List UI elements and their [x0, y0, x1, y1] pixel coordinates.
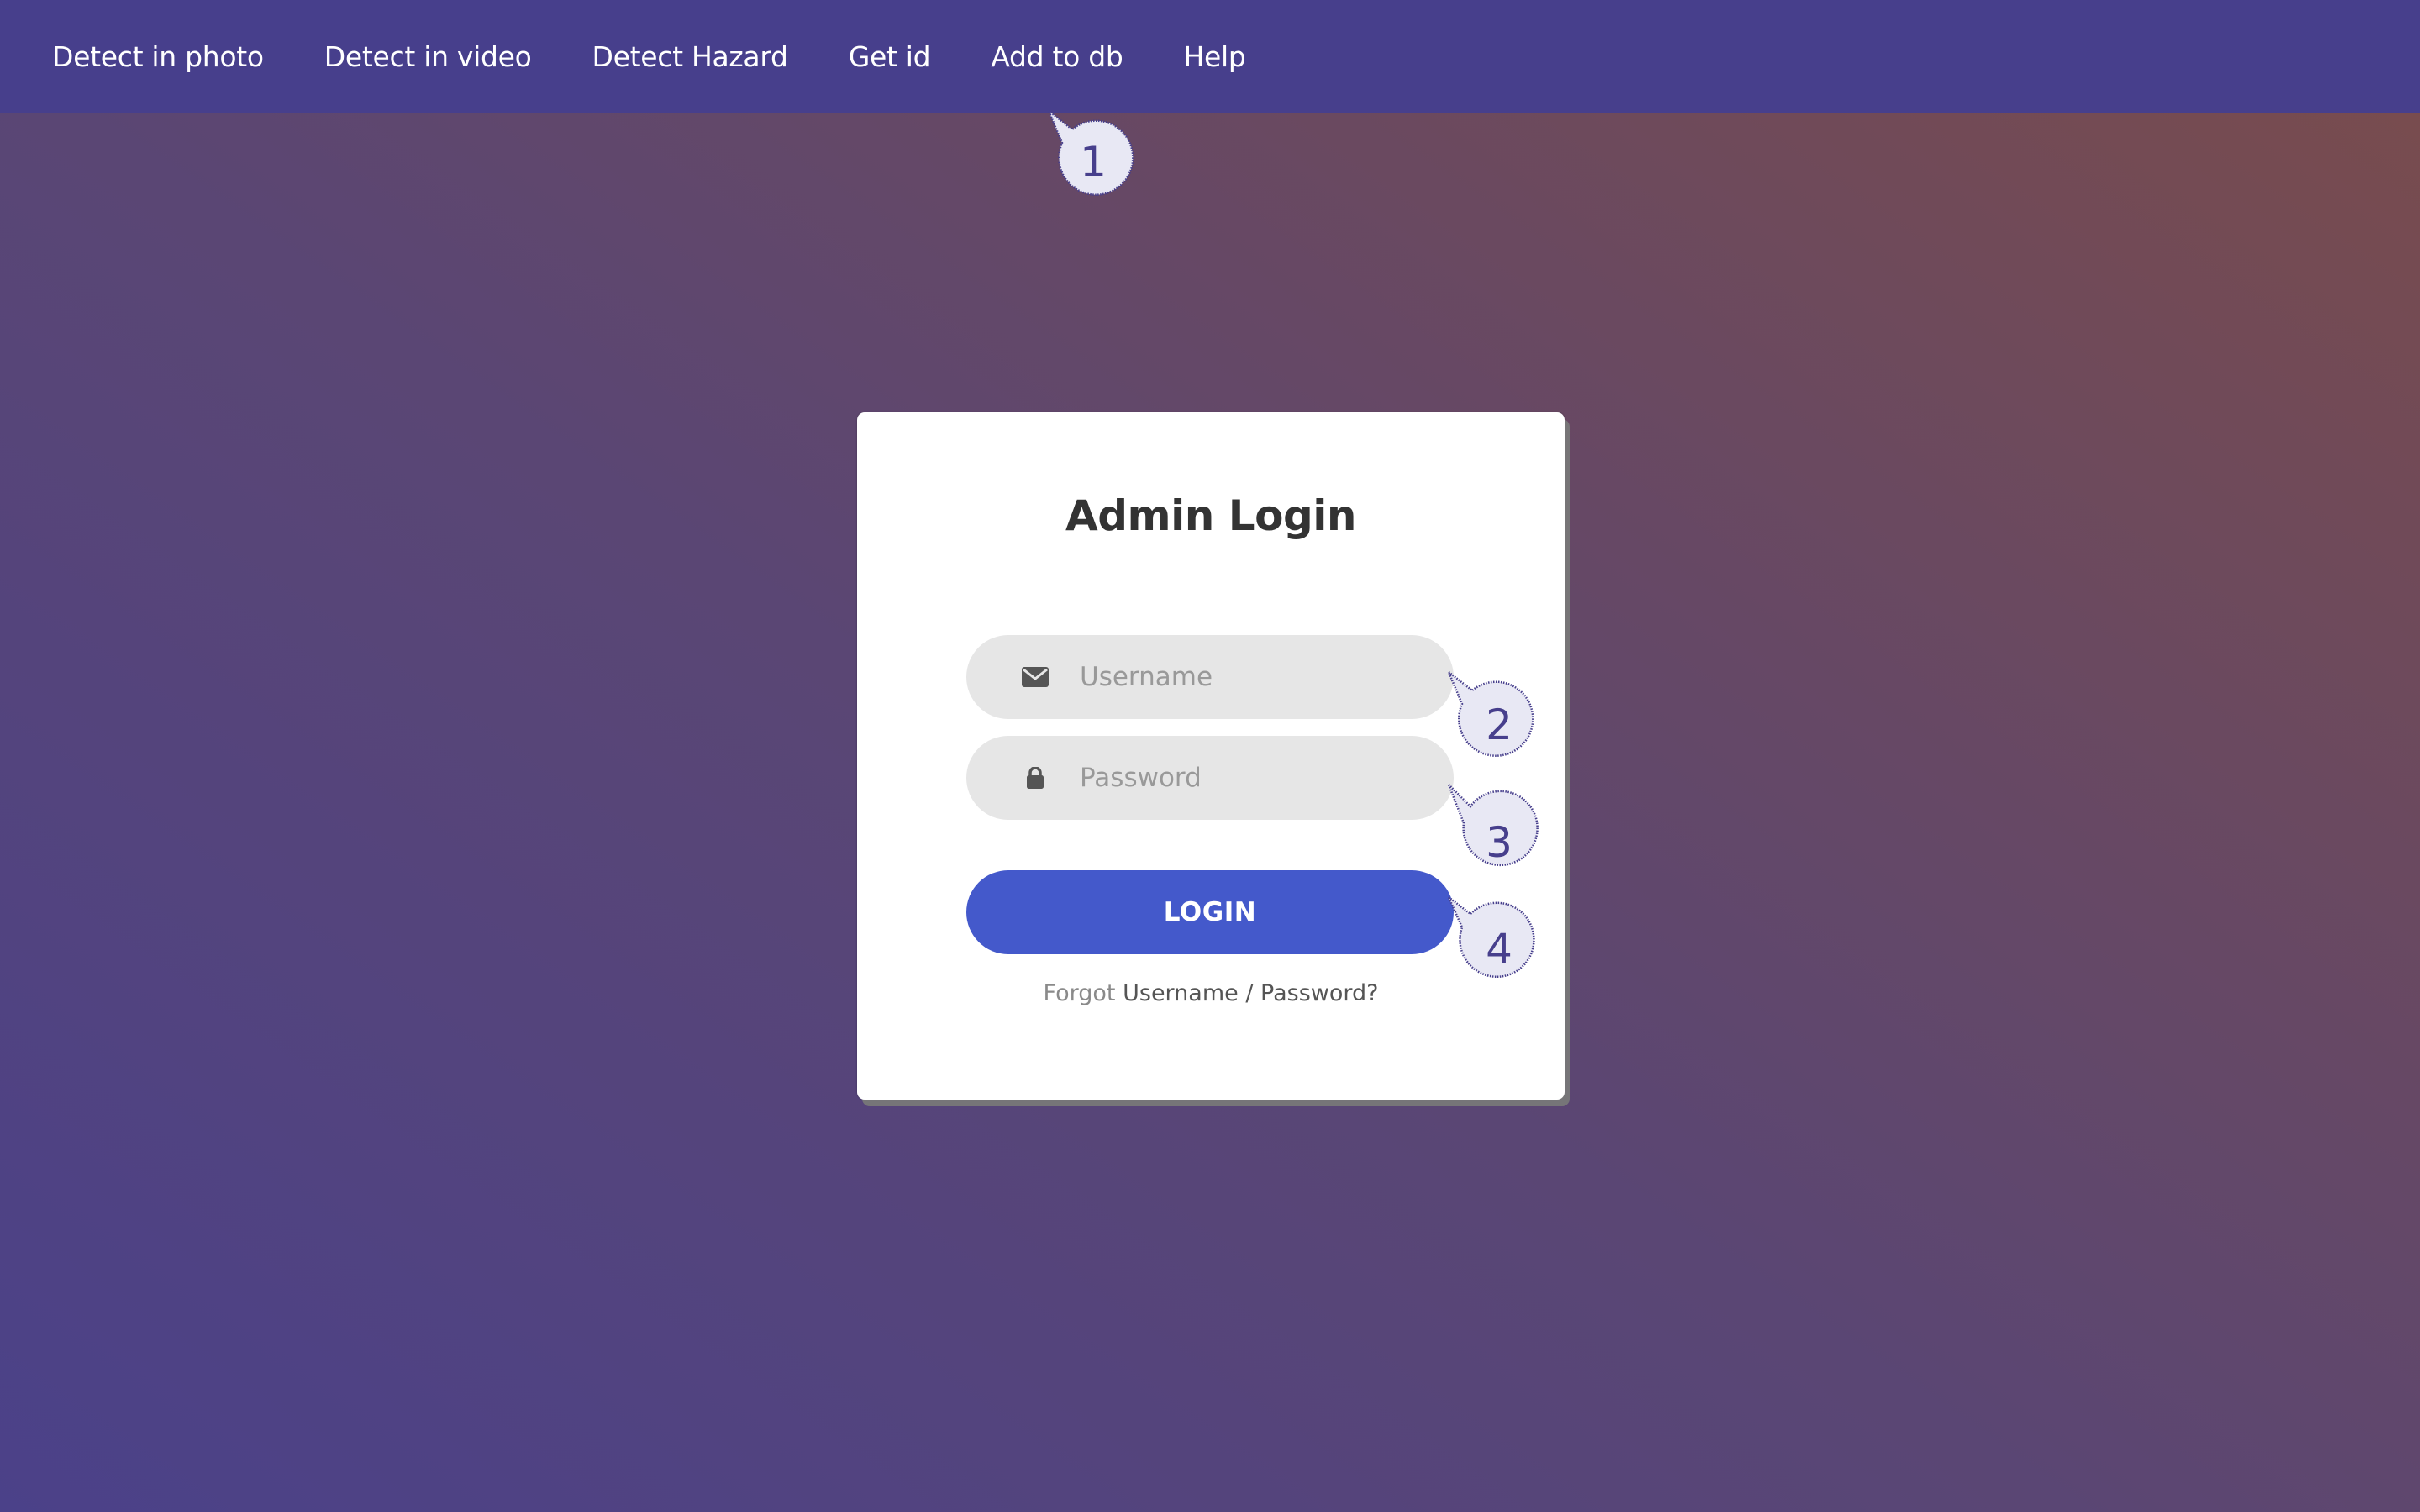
callout-2-number: 2: [1486, 701, 1512, 749]
password-input[interactable]: [1080, 736, 1433, 820]
lock-icon: [1022, 764, 1049, 791]
login-button[interactable]: LOGIN: [966, 870, 1454, 954]
envelope-icon: [1022, 664, 1049, 690]
nav-add-to-db[interactable]: Add to db: [991, 40, 1123, 73]
forgot-prefix: Forgot: [1043, 980, 1116, 1006]
callout-1-number: 1: [1080, 138, 1107, 186]
nav-get-id[interactable]: Get id: [849, 40, 931, 73]
callout-4: 4: [1447, 896, 1535, 978]
callout-3-number: 3: [1486, 818, 1512, 867]
login-title: Admin Login: [1065, 491, 1356, 540]
callout-3: 3: [1447, 784, 1539, 867]
forgot-credentials-link[interactable]: Username / Password?: [1123, 980, 1378, 1006]
nav-detect-in-photo[interactable]: Detect in photo: [52, 40, 264, 73]
nav-help[interactable]: Help: [1184, 40, 1246, 73]
nav-detect-in-video[interactable]: Detect in video: [324, 40, 532, 73]
username-field[interactable]: [966, 635, 1454, 719]
callout-1: 1: [1045, 108, 1134, 196]
callout-2: 2: [1445, 669, 1534, 757]
username-input[interactable]: [1080, 635, 1433, 719]
nav-detect-hazard[interactable]: Detect Hazard: [592, 40, 788, 73]
top-navbar: Detect in photo Detect in video Detect H…: [0, 0, 2420, 113]
callout-4-number: 4: [1486, 925, 1512, 974]
password-field[interactable]: [966, 736, 1454, 820]
